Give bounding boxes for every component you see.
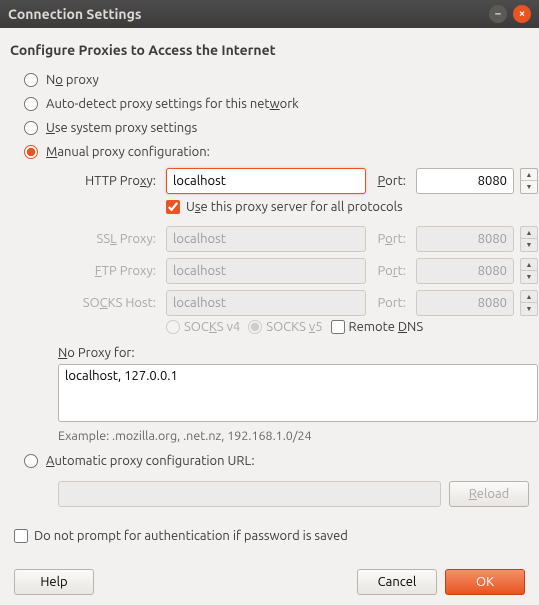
http-proxy-input[interactable] [166, 168, 366, 194]
page-heading: Configure Proxies to Access the Internet [10, 42, 529, 58]
no-prompt-checkbox[interactable] [14, 529, 28, 543]
proxy-grid-disabled: SSL Proxy: Port: ▲▼ FTP Proxy: Port: ▲▼ … [58, 226, 529, 316]
use-for-all-checkbox[interactable] [166, 200, 180, 214]
ssl-port-input [416, 226, 514, 252]
radio-system-proxy[interactable]: Use system proxy settings [24, 116, 529, 140]
cancel-button[interactable]: Cancel [357, 569, 437, 595]
socks-port-input [416, 290, 514, 316]
ssl-port-spinner: ▲▼ [520, 226, 538, 252]
spin-down-icon: ▼ [521, 303, 537, 315]
proxy-grid: HTTP Proxy: Port: ▲▼ [58, 168, 529, 194]
no-prompt-row[interactable]: Do not prompt for authentication if pass… [14, 529, 529, 543]
no-proxy-label: No Proxy for: [58, 346, 529, 360]
spin-down-icon[interactable]: ▼ [521, 181, 537, 193]
ssl-port-label: Port: [372, 232, 410, 246]
use-for-all-row: Use this proxy server for all protocols [166, 194, 529, 222]
radio-auto-detect-label: Auto-detect proxy settings for this netw… [46, 97, 299, 111]
spin-up-icon: ▲ [521, 227, 537, 239]
spin-up-icon: ▲ [521, 291, 537, 303]
dialog-content: Configure Proxies to Access the Internet… [0, 28, 539, 605]
radio-socks4-input [166, 320, 180, 334]
help-button[interactable]: Help [14, 569, 94, 595]
no-proxy-block: No Proxy for: Example: .mozilla.org, .ne… [58, 346, 529, 443]
http-port-input[interactable] [416, 168, 514, 194]
ok-button[interactable]: OK [445, 569, 525, 595]
ftp-port-input [416, 258, 514, 284]
remote-dns-checkbox[interactable] [331, 320, 345, 334]
pac-url-input [58, 481, 441, 507]
window-title: Connection Settings [8, 6, 489, 22]
no-prompt-label: Do not prompt for authentication if pass… [34, 529, 348, 543]
radio-manual-proxy-input[interactable] [24, 145, 38, 159]
pac-url-row: Reload [58, 481, 529, 507]
radio-manual-proxy-label: Manual proxy configuration: [46, 145, 210, 159]
ftp-port-label: Port: [372, 264, 410, 278]
radio-pac-input[interactable] [24, 454, 38, 468]
radio-pac-label: Automatic proxy configuration URL: [46, 454, 255, 468]
radio-pac[interactable]: Automatic proxy configuration URL: [24, 449, 529, 473]
spin-down-icon: ▼ [521, 271, 537, 283]
reload-button: Reload [449, 481, 529, 507]
socks-port-label: Port: [372, 296, 410, 310]
minimize-button[interactable]: – [489, 5, 507, 23]
footer-spacer [102, 569, 349, 595]
radio-manual-proxy[interactable]: Manual proxy configuration: [24, 140, 529, 164]
http-proxy-label: HTTP Proxy: [58, 174, 160, 188]
radio-socks5: SOCKS v5 [248, 320, 322, 334]
socks-host-label: SOCKS Host: [58, 296, 160, 310]
window-controls: – × [489, 5, 531, 23]
titlebar: Connection Settings – × [0, 0, 539, 28]
spin-up-icon: ▲ [521, 259, 537, 271]
radio-auto-detect-input[interactable] [24, 97, 38, 111]
socks-port-spinner: ▲▼ [520, 290, 538, 316]
socks-version-row: SOCKS v4 SOCKS v5 Remote DNS [166, 316, 529, 344]
spin-down-icon: ▼ [521, 239, 537, 251]
no-proxy-textarea[interactable] [58, 364, 538, 422]
ftp-proxy-input [166, 258, 366, 284]
use-for-all-label: Use this proxy server for all protocols [186, 200, 403, 214]
remote-dns[interactable]: Remote DNS [331, 320, 424, 334]
close-button[interactable]: × [513, 5, 531, 23]
socks-host-input [166, 290, 366, 316]
radio-system-proxy-label: Use system proxy settings [46, 121, 197, 135]
http-port-label: Port: [372, 174, 410, 188]
dialog-footer: Help Cancel OK [10, 569, 529, 595]
ftp-port-spinner: ▲▼ [520, 258, 538, 284]
radio-no-proxy-label: No proxy [46, 73, 99, 87]
radio-no-proxy-input[interactable] [24, 73, 38, 87]
http-port-spinner[interactable]: ▲▼ [520, 168, 538, 194]
radio-socks4: SOCKS v4 [166, 320, 240, 334]
spin-up-icon[interactable]: ▲ [521, 169, 537, 181]
ftp-proxy-label: FTP Proxy: [58, 264, 160, 278]
radio-system-proxy-input[interactable] [24, 121, 38, 135]
ssl-proxy-label: SSL Proxy: [58, 232, 160, 246]
radio-no-proxy[interactable]: No proxy [24, 68, 529, 92]
ssl-proxy-input [166, 226, 366, 252]
proxy-mode-group: No proxy Auto-detect proxy settings for … [24, 68, 529, 507]
no-proxy-example: Example: .mozilla.org, .net.nz, 192.168.… [58, 429, 529, 443]
radio-auto-detect[interactable]: Auto-detect proxy settings for this netw… [24, 92, 529, 116]
radio-socks5-input [248, 320, 262, 334]
